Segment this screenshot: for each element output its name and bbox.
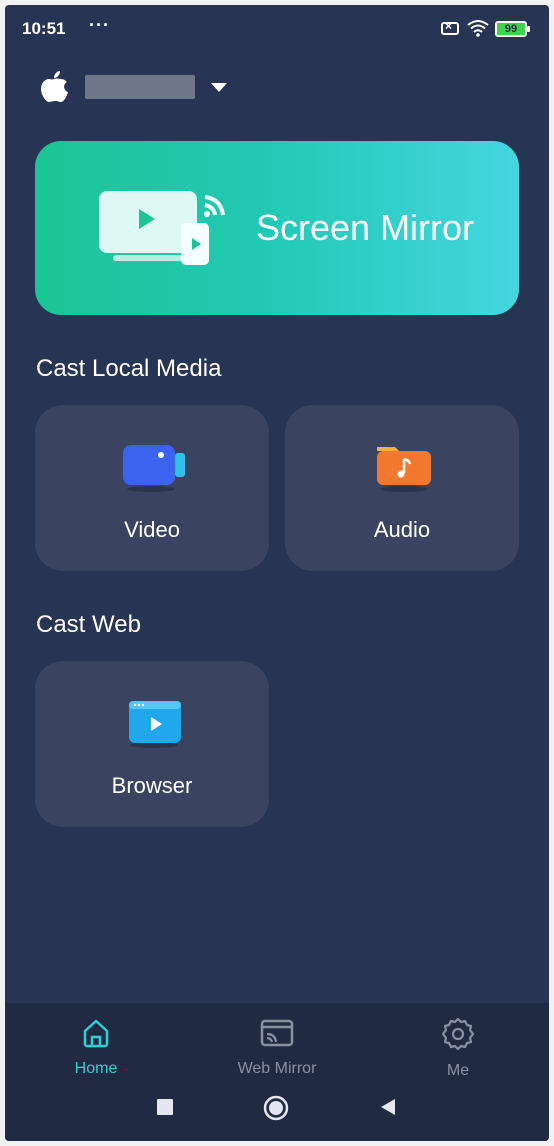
- chevron-down-icon[interactable]: [211, 83, 227, 92]
- bottom-navigation: Home Web Mirror Me: [5, 1003, 549, 1141]
- cast-web-heading: Cast Web: [36, 611, 141, 638]
- apple-icon: [41, 71, 68, 102]
- video-camera-icon: [123, 445, 185, 492]
- browser-label: Browser: [111, 773, 193, 798]
- home-icon: [83, 1019, 109, 1048]
- gear-icon: [441, 1017, 475, 1051]
- nav-home[interactable]: Home: [36, 1017, 156, 1078]
- home-system-icon[interactable]: [263, 1095, 289, 1121]
- nav-web-mirror[interactable]: Web Mirror: [217, 1017, 337, 1078]
- banner-title: Screen Mirror: [256, 207, 475, 248]
- battery-icon: 99: [495, 21, 530, 37]
- cast-local-media-heading: Cast Local Media: [36, 355, 222, 382]
- wifi-icon: [467, 20, 489, 37]
- audio-label: Audio: [373, 517, 431, 542]
- device-name: [85, 75, 195, 99]
- nav-web-mirror-label: Web Mirror: [237, 1060, 317, 1077]
- browser-icon: [129, 701, 181, 748]
- app-screen: 10:51 ··· 99 Screen Mirror: [5, 5, 549, 1141]
- music-folder-icon: [377, 447, 431, 492]
- recent-apps-icon[interactable]: [156, 1098, 174, 1116]
- status-time: 10:51: [22, 19, 66, 38]
- nav-me[interactable]: Me: [398, 1017, 518, 1080]
- more-notifications-icon: ···: [89, 15, 110, 35]
- screen-mirror-banner[interactable]: Screen Mirror: [35, 141, 519, 315]
- nav-home-label: Home: [74, 1060, 118, 1077]
- device-selector[interactable]: [37, 69, 237, 109]
- audio-tile[interactable]: Audio: [285, 405, 519, 571]
- sim-off-icon: [441, 19, 459, 35]
- screen-mirror-icon: [99, 191, 225, 265]
- video-tile[interactable]: Video: [35, 405, 269, 571]
- cast-screen-icon: [260, 1019, 294, 1047]
- status-bar: 10:51 ··· 99: [5, 5, 549, 51]
- video-label: Video: [124, 517, 180, 542]
- browser-tile[interactable]: Browser: [35, 661, 269, 827]
- nav-me-label: Me: [446, 1062, 470, 1079]
- back-icon[interactable]: [379, 1098, 397, 1116]
